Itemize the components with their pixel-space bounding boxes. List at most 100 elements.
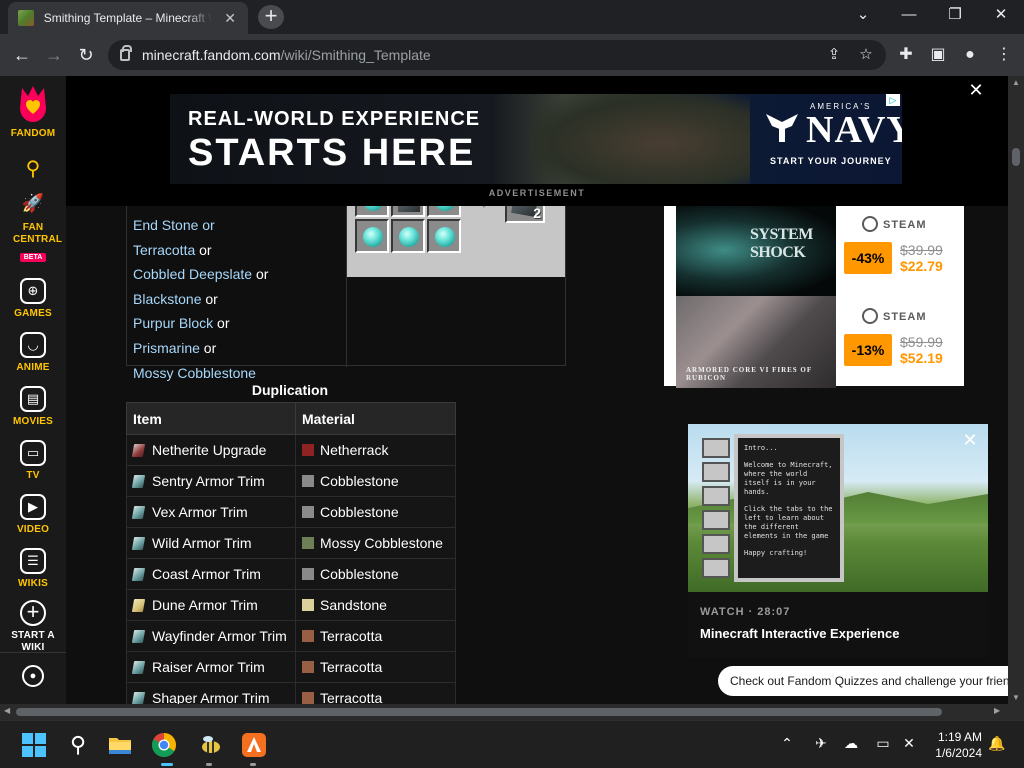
scroll-right-icon[interactable]: ▶ bbox=[994, 706, 1000, 715]
bee-app-icon[interactable] bbox=[196, 731, 224, 759]
search-icon[interactable]: ⚲ bbox=[64, 731, 92, 759]
item-cell[interactable]: Coast Armor Trim bbox=[126, 558, 296, 590]
horizontal-scrollbar[interactable]: ◀ ▶ bbox=[0, 704, 1024, 720]
network-disconnected-icon[interactable]: ☁ bbox=[840, 735, 862, 752]
adchoices-icon[interactable]: ▷ bbox=[886, 94, 900, 106]
rail-item-wikis[interactable]: ☰ WIKIS bbox=[0, 548, 66, 590]
minimize-button[interactable]: — bbox=[892, 4, 926, 28]
smithing-template-icon bbox=[131, 444, 146, 457]
item-cell[interactable]: Sentry Armor Trim bbox=[126, 465, 296, 497]
quiz-toast[interactable]: Check out Fandom Quizzes and challenge y… bbox=[718, 666, 1008, 696]
tab-close-icon[interactable]: ✕ bbox=[222, 10, 238, 27]
material-cell[interactable]: Cobblestone bbox=[295, 465, 456, 497]
scroll-down-icon[interactable]: ▼ bbox=[1008, 693, 1024, 702]
scrollbar-thumb[interactable] bbox=[16, 708, 942, 716]
smithing-template-icon bbox=[131, 568, 146, 581]
ingredient-link[interactable]: Mossy Cobblestone bbox=[133, 365, 256, 381]
material-cell[interactable]: Terracotta bbox=[295, 682, 456, 704]
item-cell[interactable]: Vex Armor Trim bbox=[126, 496, 296, 528]
lock-icon[interactable] bbox=[120, 45, 132, 61]
menu-kebab-icon[interactable]: ⋮ bbox=[990, 41, 1018, 69]
notification-bell-icon[interactable]: 🔔 bbox=[986, 735, 1008, 752]
search-icon[interactable]: ⚲ bbox=[0, 156, 66, 181]
video-close-icon[interactable]: ✕ bbox=[960, 430, 980, 451]
rail-item-start-a-wiki[interactable]: + START A WIKI bbox=[0, 600, 66, 654]
scroll-left-icon[interactable]: ◀ bbox=[4, 706, 10, 715]
back-arrow-icon[interactable]: ← bbox=[8, 41, 36, 69]
tutorial-tabs bbox=[702, 438, 736, 580]
grid-slot[interactable] bbox=[355, 219, 389, 253]
bookmark-star-icon[interactable]: ☆ bbox=[852, 40, 880, 70]
material-cell[interactable]: Cobblestone bbox=[295, 496, 456, 528]
material-cell[interactable]: Terracotta bbox=[295, 620, 456, 652]
featured-video-player[interactable]: Intro... Welcome to Minecraft, where the… bbox=[688, 424, 988, 658]
tray-chevron-up-icon[interactable]: ⌃ bbox=[776, 735, 798, 752]
display-icon[interactable]: ▭ bbox=[872, 735, 894, 752]
system-clock[interactable]: 1:19 AM 1/6/2024 bbox=[926, 729, 982, 761]
ad-cta[interactable]: START YOUR JOURNEY bbox=[770, 156, 892, 166]
ad-line-1: REAL-WORLD EXPERIENCE bbox=[188, 108, 481, 130]
tray-bee-icon[interactable]: ✈ bbox=[810, 735, 832, 752]
active-app-indicator bbox=[161, 763, 173, 766]
item-cell[interactable]: Wayfinder Armor Trim bbox=[126, 620, 296, 652]
window-close-button[interactable]: ✕ bbox=[984, 4, 1018, 28]
file-explorer-icon[interactable] bbox=[106, 731, 134, 759]
orange-app-icon[interactable] bbox=[240, 731, 268, 759]
material-cell[interactable]: Sandstone bbox=[295, 589, 456, 621]
steam-deal[interactable]: SYSTEM SHOCK STEAM -43% $39.99 $22.79 bbox=[676, 204, 952, 296]
rail-item-movies[interactable]: ▤ MOVIES bbox=[0, 386, 66, 428]
rail-item-fan-central[interactable]: 🚀 FAN CENTRAL BETA bbox=[0, 192, 66, 264]
steam-deal[interactable]: ARMORED CORE VI FIRES OF RUBICON STEAM -… bbox=[676, 296, 952, 388]
rail-label: WIKIS bbox=[18, 578, 48, 589]
ingredient-link[interactable]: Terracotta bbox=[133, 242, 195, 258]
ingredient-link[interactable]: Purpur Block bbox=[133, 315, 213, 331]
reload-icon[interactable]: ↻ bbox=[72, 41, 100, 69]
table-row: Coast Armor Trim Cobblestone bbox=[126, 558, 456, 590]
forward-arrow-icon[interactable]: → bbox=[40, 41, 68, 69]
rail-item-video[interactable]: ▶ VIDEO bbox=[0, 494, 66, 536]
rail-item-tv[interactable]: ▭ TV bbox=[0, 440, 66, 482]
grid-slot[interactable] bbox=[391, 219, 425, 253]
vertical-scrollbar[interactable]: ▲ ▼ bbox=[1008, 76, 1024, 704]
rail-account-area: ● bbox=[0, 652, 66, 704]
navy-ad-banner[interactable]: REAL-WORLD EXPERIENCE STARTS HERE AMERIC… bbox=[170, 94, 902, 184]
scrollbar-thumb[interactable] bbox=[1012, 148, 1020, 166]
windows-start-icon[interactable] bbox=[20, 731, 48, 759]
profile-icon[interactable]: ● bbox=[956, 41, 984, 69]
new-tab-button[interactable]: + bbox=[258, 5, 284, 29]
scroll-up-icon[interactable]: ▲ bbox=[1008, 78, 1024, 87]
material-cell[interactable]: Mossy Cobblestone bbox=[295, 527, 456, 559]
ingredient-link[interactable]: Prismarine bbox=[133, 340, 200, 356]
ad-close-icon[interactable]: ✕ bbox=[966, 80, 986, 101]
sound-muted-icon[interactable]: ✕ bbox=[898, 735, 920, 752]
side-panel-icon[interactable]: ▣ bbox=[924, 41, 952, 69]
browser-tab[interactable]: Smithing Template – Minecraft Wiki ✕ bbox=[8, 2, 248, 34]
restore-button[interactable]: ❐ bbox=[938, 4, 972, 28]
item-cell[interactable]: Raiser Armor Trim bbox=[126, 651, 296, 683]
rail-item-games[interactable]: ⊕ GAMES bbox=[0, 278, 66, 320]
item-cell[interactable]: Wild Armor Trim bbox=[126, 527, 296, 559]
ingredient-partial[interactable]: End Stone or bbox=[133, 217, 343, 242]
address-bar[interactable]: minecraft.fandom.com/wiki/Smithing_Templ… bbox=[108, 40, 886, 70]
rail-item-anime[interactable]: ◡ ANIME bbox=[0, 332, 66, 374]
fandom-logo[interactable]: FANDOM bbox=[0, 84, 66, 140]
ingredient-link[interactable]: Blackstone bbox=[133, 291, 201, 307]
video-title[interactable]: Minecraft Interactive Experience bbox=[700, 626, 899, 641]
material-cell[interactable]: Netherrack bbox=[295, 434, 456, 466]
material-cell[interactable]: Cobblestone bbox=[295, 558, 456, 590]
share-icon[interactable]: ⇪ bbox=[820, 40, 848, 70]
item-cell[interactable]: Netherite Upgrade bbox=[126, 434, 296, 466]
item-cell[interactable]: Dune Armor Trim bbox=[126, 589, 296, 621]
material-cell[interactable]: Terracotta bbox=[295, 651, 456, 683]
chrome-icon[interactable] bbox=[150, 731, 178, 759]
tutorial-tab bbox=[702, 534, 730, 554]
tab-search-chevron-icon[interactable]: ⌄ bbox=[846, 4, 880, 28]
item-cell[interactable]: Shaper Armor Trim bbox=[126, 682, 296, 704]
article-body: End Stone or Terracotta or Cobbled Deeps… bbox=[66, 183, 664, 704]
extensions-puzzle-icon[interactable]: ✚ bbox=[892, 41, 920, 69]
account-icon[interactable]: ● bbox=[22, 665, 44, 687]
ingredient-item: Cobbled Deepslate or bbox=[133, 266, 269, 283]
ingredient-link[interactable]: Cobbled Deepslate bbox=[133, 266, 252, 282]
grid-slot[interactable] bbox=[427, 219, 461, 253]
ingredient-item: Blackstone or bbox=[133, 290, 218, 307]
